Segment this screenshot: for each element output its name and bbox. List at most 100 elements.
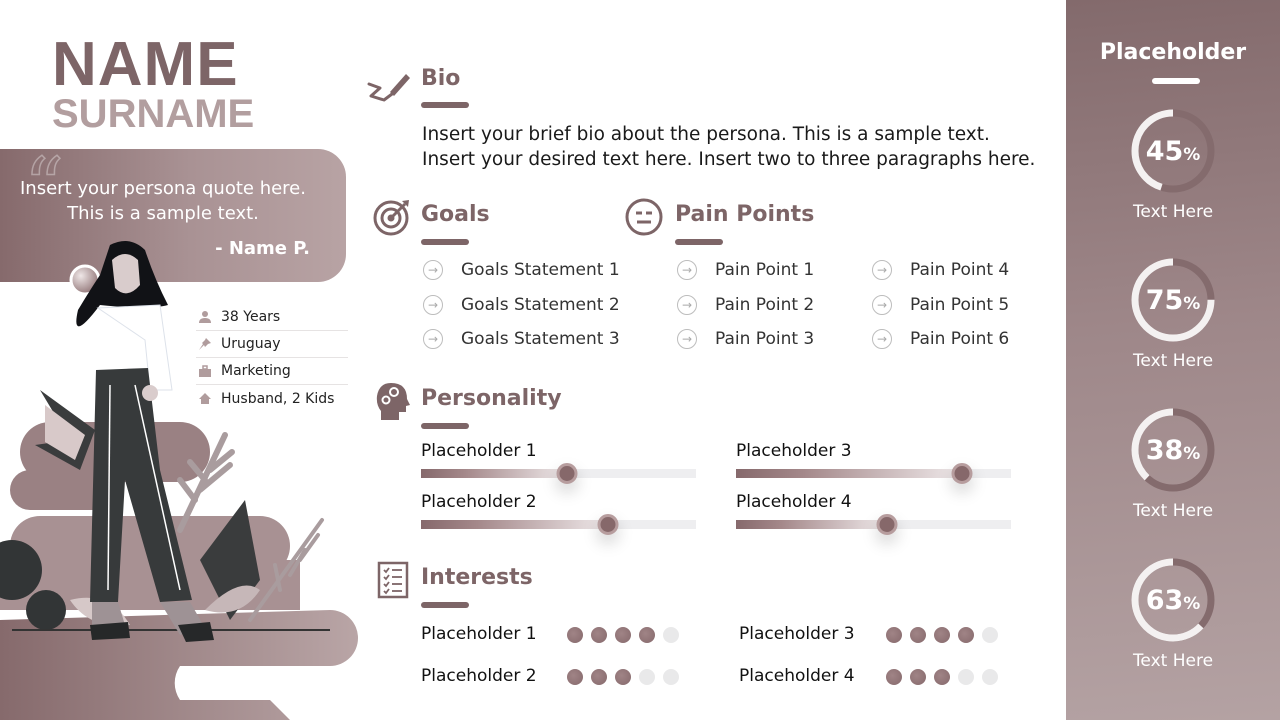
donut-value: 75% [1145,285,1201,316]
trait-label: Placeholder 4 [736,492,852,512]
slider-track [736,463,1011,484]
stat-donut-1: 45% [1128,106,1218,200]
rating-dot-empty [958,669,974,685]
slider-thumb[interactable] [951,463,972,484]
donut-value: 45% [1145,136,1201,167]
fact-text: Marketing [221,363,291,379]
interests-underline [421,602,469,608]
goals-list: → Goals Statement 1 → Goals Statement 2 → G… [423,253,620,357]
interest-rating [886,669,998,685]
rating-dot-filled [567,627,583,643]
fact-text: Uruguay [221,336,281,352]
person-icon [196,310,214,324]
interest-rating [886,627,998,643]
pain-point-text: Pain Point 5 [910,294,1010,315]
goals-underline [421,239,469,245]
goal-item: → Goals Statement 1 [423,253,620,288]
trait-label: Placeholder 1 [421,441,537,461]
rating-dot-empty [663,669,679,685]
goal-item: → Goals Statement 3 [423,322,620,357]
rating-dot-filled [934,627,950,643]
pain-point-item: → Pain Point 2 [677,288,814,323]
slider-thumb[interactable] [597,514,619,535]
goal-text: Goals Statement 1 [461,260,620,281]
slider-fill [421,520,608,529]
bio-line: Insert your brief bio about the persona.… [422,124,990,145]
pain-point-item: → Pain Point 1 [677,253,814,288]
arrow-right-circle-icon: → [423,294,443,315]
persona-surname: SURNAME [52,92,255,136]
slider-fill [736,469,962,478]
trait-label: Placeholder 3 [736,441,852,461]
pain-points-underline [675,239,723,245]
slider-fill [736,520,888,529]
interest-rating [567,627,679,643]
arrow-right-circle-icon: → [677,294,697,315]
stat-donut-4: 63% [1128,555,1218,649]
goal-item: → Goals Statement 2 [423,288,620,323]
rating-dot-filled [910,627,926,643]
fact-text: 38 Years [221,309,281,325]
pain-point-text: Pain Point 4 [910,260,1010,281]
fact-occupation: Marketing [196,358,348,385]
pain-point-text: Pain Point 2 [715,294,815,315]
slider-thumb[interactable] [876,514,898,535]
rating-dot-filled [639,627,655,643]
personality-title: Personality [421,386,562,411]
pain-points-list-2: → Pain Point 4 → Pain Point 5 → Pain Point … [872,253,1009,357]
goal-text: Goals Statement 2 [461,294,620,315]
donut-label: Text Here [1132,501,1214,521]
arrow-right-circle-icon: → [677,329,697,350]
persona-quote: Insert your persona quote here. This is … [20,178,306,224]
pain-point-text: Pain Point 1 [715,260,815,281]
pain-point-text: Pain Point 3 [715,329,815,350]
interest-rating [567,669,679,685]
rating-dot-filled [567,669,583,685]
rating-dot-filled [886,669,902,685]
stat-donut-2: 75% [1128,255,1218,349]
pain-point-item: → Pain Point 3 [677,322,814,357]
rating-dot-filled [591,669,607,685]
arrow-right-circle-icon: → [872,294,892,315]
persona-facts: 38 Years Uruguay Marketing Husband, 2 Ki… [196,304,348,412]
rating-dot-empty [982,627,998,643]
arrow-right-circle-icon: → [423,329,443,350]
slider-thumb[interactable] [556,463,578,484]
arrow-right-circle-icon: → [872,329,892,350]
fact-text: Husband, 2 Kids [221,390,335,407]
rating-dot-filled [615,669,631,685]
pain-points-title: Pain Points [675,202,815,227]
fact-location: Uruguay [196,331,348,358]
interest-label: Placeholder 4 [739,666,855,686]
trait-slider-2: Placeholder 2 [421,492,696,535]
pain-points-list-1: → Pain Point 1 → Pain Point 2 → Pain Point … [677,253,814,357]
pain-point-item: → Pain Point 4 [872,253,1009,288]
trait-slider-1: Placeholder 1 [421,441,696,484]
stats-panel-title: Placeholder [1099,40,1247,65]
interest-label: Placeholder 2 [421,666,537,686]
slider-track [736,514,1011,535]
bio-title: Bio [421,66,461,91]
rating-dot-filled [910,669,926,685]
arrow-right-circle-icon: → [677,260,697,281]
fact-family: Husband, 2 Kids [196,385,348,412]
interest-label: Placeholder 3 [739,624,855,644]
stat-donut-3: 38% [1128,405,1218,499]
rating-dot-empty [663,627,679,643]
rating-dot-filled [934,669,950,685]
persona-name: NAME [52,30,239,99]
donut-value: 38% [1145,435,1201,466]
checklist-icon [377,561,409,599]
slider-track [421,463,696,484]
house-icon [196,392,214,406]
slider-fill [421,469,567,478]
head-gears-icon [376,383,410,420]
target-icon [373,200,409,236]
personality-underline [421,423,469,429]
rating-dot-filled [886,627,902,643]
donut-label: Text Here [1132,351,1214,371]
trait-slider-3: Placeholder 3 [736,441,1011,484]
briefcase-icon [196,364,214,378]
fact-age: 38 Years [196,304,348,331]
rating-dot-filled [958,627,974,643]
